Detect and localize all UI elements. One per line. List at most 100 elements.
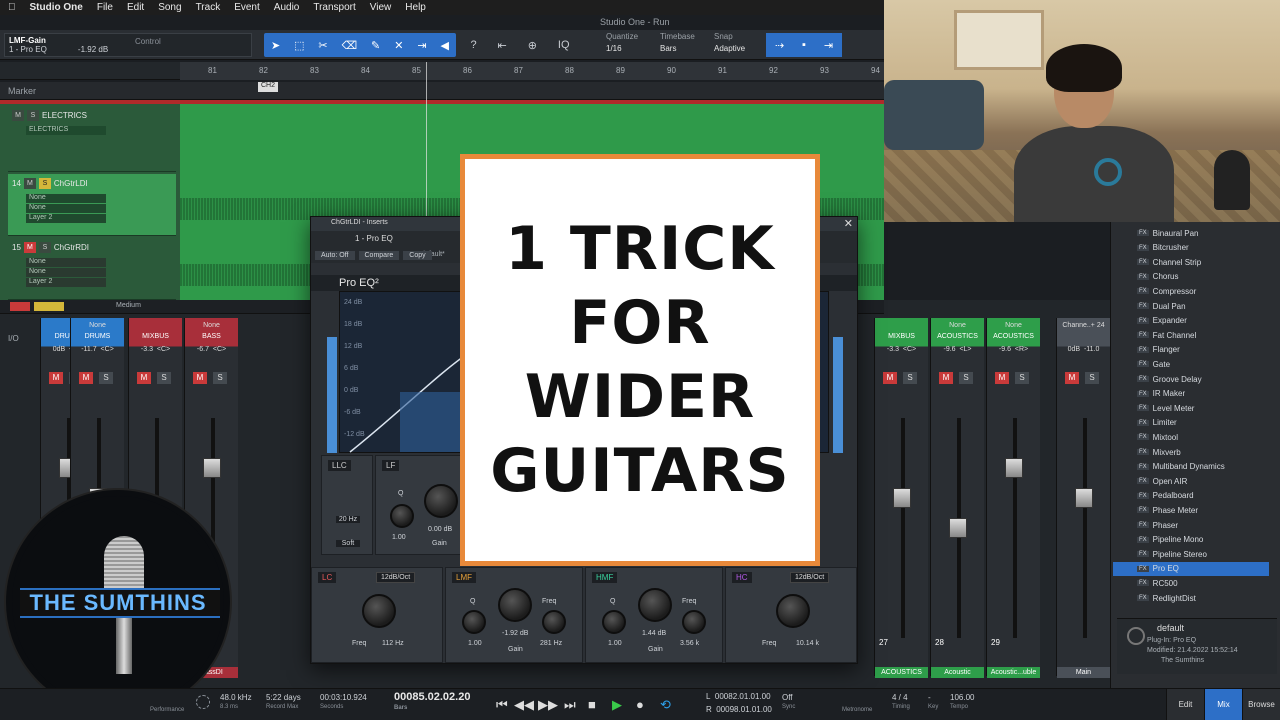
- band-hc-label[interactable]: HC: [732, 572, 752, 583]
- bend-tool-icon[interactable]: ⇥: [417, 39, 426, 52]
- mute-button[interactable]: M: [49, 372, 63, 384]
- browser-plugin-item[interactable]: FX RC500: [1137, 576, 1178, 590]
- fader-handle[interactable]: [893, 488, 911, 508]
- browser-plugin-item[interactable]: FX Gate: [1137, 357, 1170, 371]
- snap-grid-icon[interactable]: ⇢: [775, 39, 784, 52]
- mute-button[interactable]: M: [193, 372, 207, 384]
- browser-plugin-item[interactable]: FX Pipeline Mono: [1137, 533, 1203, 547]
- channel-input[interactable]: Channe..+ 24: [1057, 322, 1110, 329]
- range-tool-icon[interactable]: ⬚: [294, 39, 304, 52]
- lmf-q-knob[interactable]: [462, 610, 486, 634]
- browser-plugin-item[interactable]: FX Bitcrusher: [1137, 241, 1189, 255]
- track-folder[interactable]: M S ELECTRICS ELECTRICS: [8, 106, 176, 172]
- solo-button[interactable]: S: [38, 242, 51, 253]
- insert-slot-select[interactable]: 1 - Pro EQ: [355, 234, 393, 243]
- nudge-icon[interactable]: ⇤: [498, 39, 507, 52]
- loop-icon[interactable]: ⟲: [660, 697, 671, 713]
- mute-button[interactable]: M: [23, 178, 36, 189]
- channel-name[interactable]: MIXBUS: [875, 333, 928, 340]
- browser-plugin-item[interactable]: FX Limiter: [1137, 416, 1177, 430]
- menu-audio[interactable]: Audio: [274, 2, 300, 13]
- hc-slope-select[interactable]: 12dB/Oct: [790, 572, 830, 583]
- key-display[interactable]: - Key: [928, 693, 938, 710]
- apple-menu-icon[interactable]: : [8, 2, 16, 13]
- browser-plugin-item[interactable]: FX IR Maker: [1137, 387, 1185, 401]
- timeline-ruler[interactable]: 81 82 83 84 85 86 87 88 89 90 91 92 93 9…: [180, 62, 884, 80]
- band-llc-label[interactable]: LLC: [328, 460, 351, 471]
- browser-plugin-item[interactable]: FX Fat Channel: [1137, 328, 1196, 342]
- lmf-freq-knob[interactable]: [542, 610, 566, 634]
- lc-slope-select[interactable]: 12dB/Oct: [376, 572, 416, 583]
- solo-button[interactable]: S: [903, 372, 917, 384]
- zoom-icon[interactable]: ⊕: [528, 39, 537, 52]
- control-link-display[interactable]: LMF-Gain 1 - Pro EQ -1.92 dB Control: [4, 33, 252, 57]
- browser-plugin-item[interactable]: FX Multiband Dynamics: [1137, 460, 1225, 474]
- close-icon[interactable]: ✕: [844, 217, 853, 230]
- channel-input[interactable]: None: [987, 322, 1040, 329]
- browser-plugin-item[interactable]: FX Pedalboard: [1137, 489, 1194, 503]
- track-row[interactable]: 15 M S ChGtrRDI None None Layer 2: [8, 238, 176, 300]
- compare-button[interactable]: Compare: [358, 251, 400, 260]
- band-lf-label[interactable]: LF: [382, 460, 400, 471]
- forward-end-icon[interactable]: ⏭: [564, 697, 576, 713]
- lmf-gain-knob[interactable]: [498, 588, 532, 622]
- track-row[interactable]: 14 M S ChGtrLDI None None Layer 2: [8, 174, 176, 236]
- timebase-select[interactable]: Timebase Bars: [660, 32, 695, 53]
- solo-button[interactable]: S: [1085, 372, 1099, 384]
- fader-handle[interactable]: [949, 518, 967, 538]
- channel-input[interactable]: None: [931, 322, 984, 329]
- menu-song[interactable]: Song: [158, 2, 181, 13]
- time-signature[interactable]: 4 / 4 Timing: [892, 693, 910, 710]
- tempo-display[interactable]: 106.00 Tempo: [950, 693, 974, 710]
- solo-button[interactable]: S: [38, 178, 51, 189]
- browser-plugin-item[interactable]: FX Pro EQ: [1137, 562, 1179, 576]
- track-input[interactable]: None: [26, 258, 106, 267]
- quantize-select[interactable]: Quantize 1/16: [606, 32, 638, 53]
- browser-plugin-item[interactable]: FX Channel Strip: [1137, 255, 1201, 269]
- fader-track[interactable]: [901, 418, 905, 638]
- paint-tool-icon[interactable]: ✎: [371, 39, 380, 52]
- split-tool-icon[interactable]: ✂: [318, 39, 327, 52]
- channel-input[interactable]: None: [71, 322, 124, 329]
- solo-button[interactable]: S: [99, 372, 113, 384]
- rewind-start-icon[interactable]: ⏮: [496, 697, 508, 713]
- app-menu[interactable]: Studio One: [30, 2, 83, 13]
- menu-edit[interactable]: Edit: [127, 2, 144, 13]
- performance-icon[interactable]: [196, 695, 210, 709]
- mute-button[interactable]: M: [137, 372, 151, 384]
- track-route[interactable]: ELECTRICS: [26, 126, 106, 135]
- browser-plugin-item[interactable]: FX Phaser: [1137, 518, 1178, 532]
- listen-tool-icon[interactable]: ◀: [440, 39, 448, 52]
- menu-file[interactable]: File: [97, 2, 113, 13]
- sync-toggle[interactable]: Off Sync: [782, 693, 795, 710]
- snap-events-icon[interactable]: ▪: [802, 39, 806, 51]
- hmf-freq-knob[interactable]: [682, 610, 706, 634]
- lc-freq-knob[interactable]: [362, 594, 396, 628]
- track-input[interactable]: None: [26, 194, 106, 203]
- fader-track[interactable]: [1083, 418, 1087, 638]
- mute-tool-icon[interactable]: ✕: [394, 39, 403, 52]
- browser-plugin-item[interactable]: FX Groove Delay: [1137, 372, 1202, 386]
- menu-view[interactable]: View: [370, 2, 392, 13]
- track-output[interactable]: None: [26, 204, 106, 213]
- lf-q-knob[interactable]: [390, 504, 414, 528]
- arrow-tool-icon[interactable]: ➤: [271, 39, 280, 52]
- mute-button[interactable]: M: [79, 372, 93, 384]
- channel-name[interactable]: DRUMS: [71, 333, 124, 340]
- browser-plugin-item[interactable]: FX Compressor: [1137, 284, 1196, 298]
- mixer-channel[interactable]: None ACOUSTICS -9.6 <L> M S 28 Acoustic: [930, 318, 984, 678]
- loop-start[interactable]: L 00082.01.01.00: [706, 692, 771, 701]
- browser-plugin-item[interactable]: FX Level Meter: [1137, 401, 1194, 415]
- fader-handle[interactable]: [1075, 488, 1093, 508]
- stop-icon[interactable]: ■: [588, 697, 596, 712]
- browser-plugin-item[interactable]: FX Mixtool: [1137, 430, 1178, 444]
- channel-name[interactable]: ACOUSTICS: [931, 333, 984, 340]
- solo-button[interactable]: S: [27, 110, 39, 121]
- help-icon[interactable]: ?: [470, 39, 476, 51]
- browse-view-button[interactable]: Browse: [1242, 689, 1280, 720]
- fader-handle[interactable]: [1005, 458, 1023, 478]
- track-layer[interactable]: Layer 2: [26, 214, 106, 223]
- snap-select[interactable]: Snap Adaptive: [714, 32, 745, 53]
- browser-plugin-item[interactable]: FX Flanger: [1137, 343, 1180, 357]
- hmf-q-knob[interactable]: [602, 610, 626, 634]
